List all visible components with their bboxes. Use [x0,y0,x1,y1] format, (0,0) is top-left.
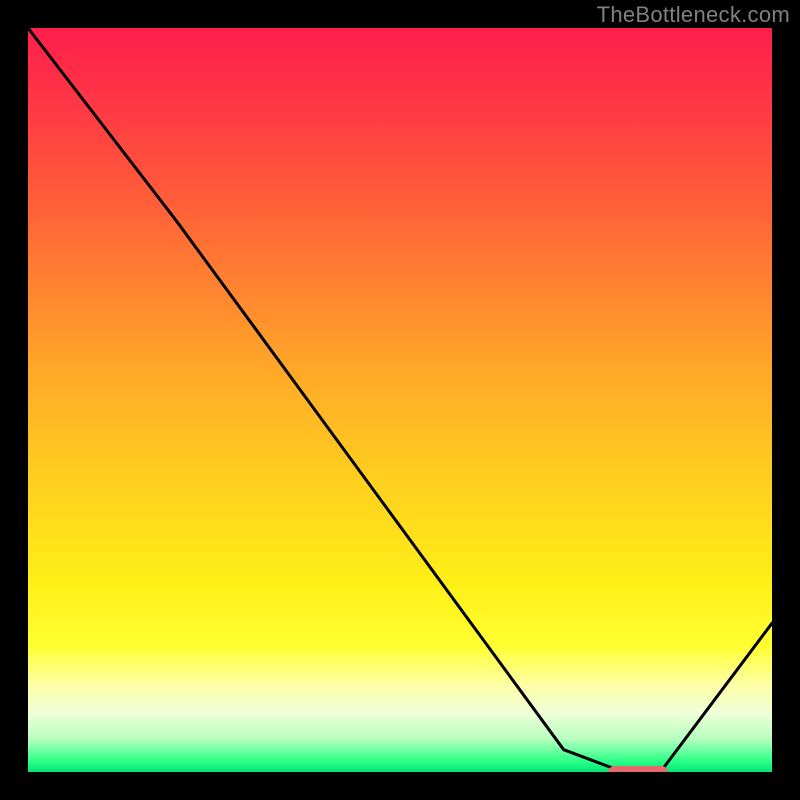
optimal-segment-marker [608,766,668,773]
chart-frame: TheBottleneck.com [0,0,800,800]
plot-area [28,28,772,772]
watermark-text: TheBottleneck.com [597,2,790,28]
curve-layer [28,28,772,772]
bottleneck-curve [28,28,772,772]
